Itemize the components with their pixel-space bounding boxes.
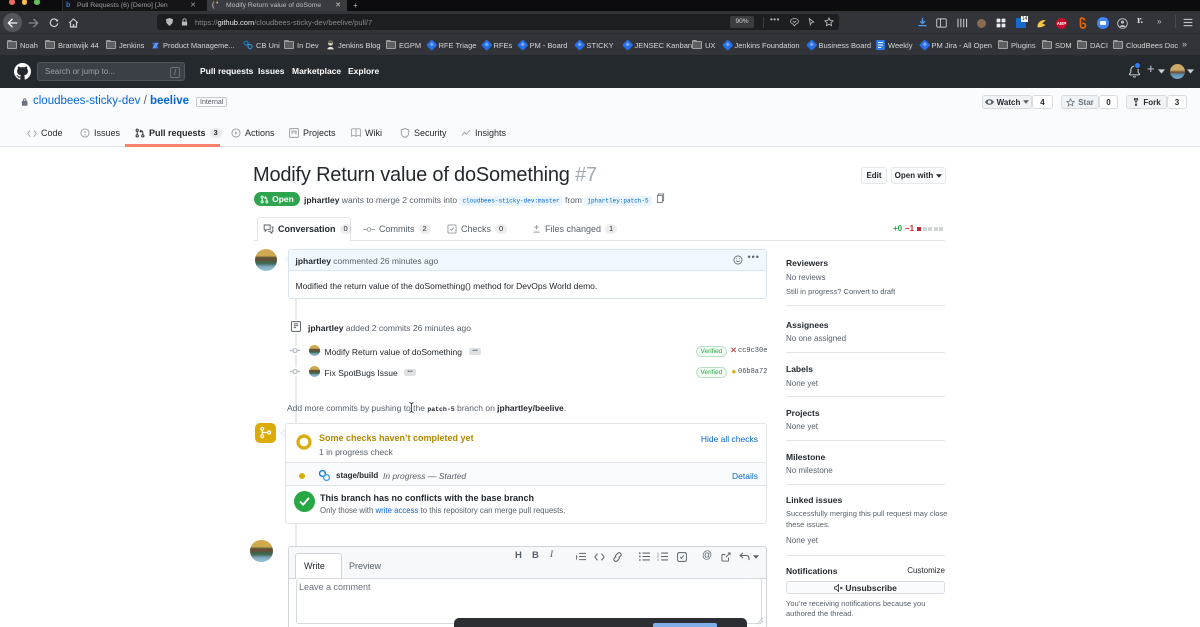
svg-text:3: 3 — [657, 559, 659, 561]
